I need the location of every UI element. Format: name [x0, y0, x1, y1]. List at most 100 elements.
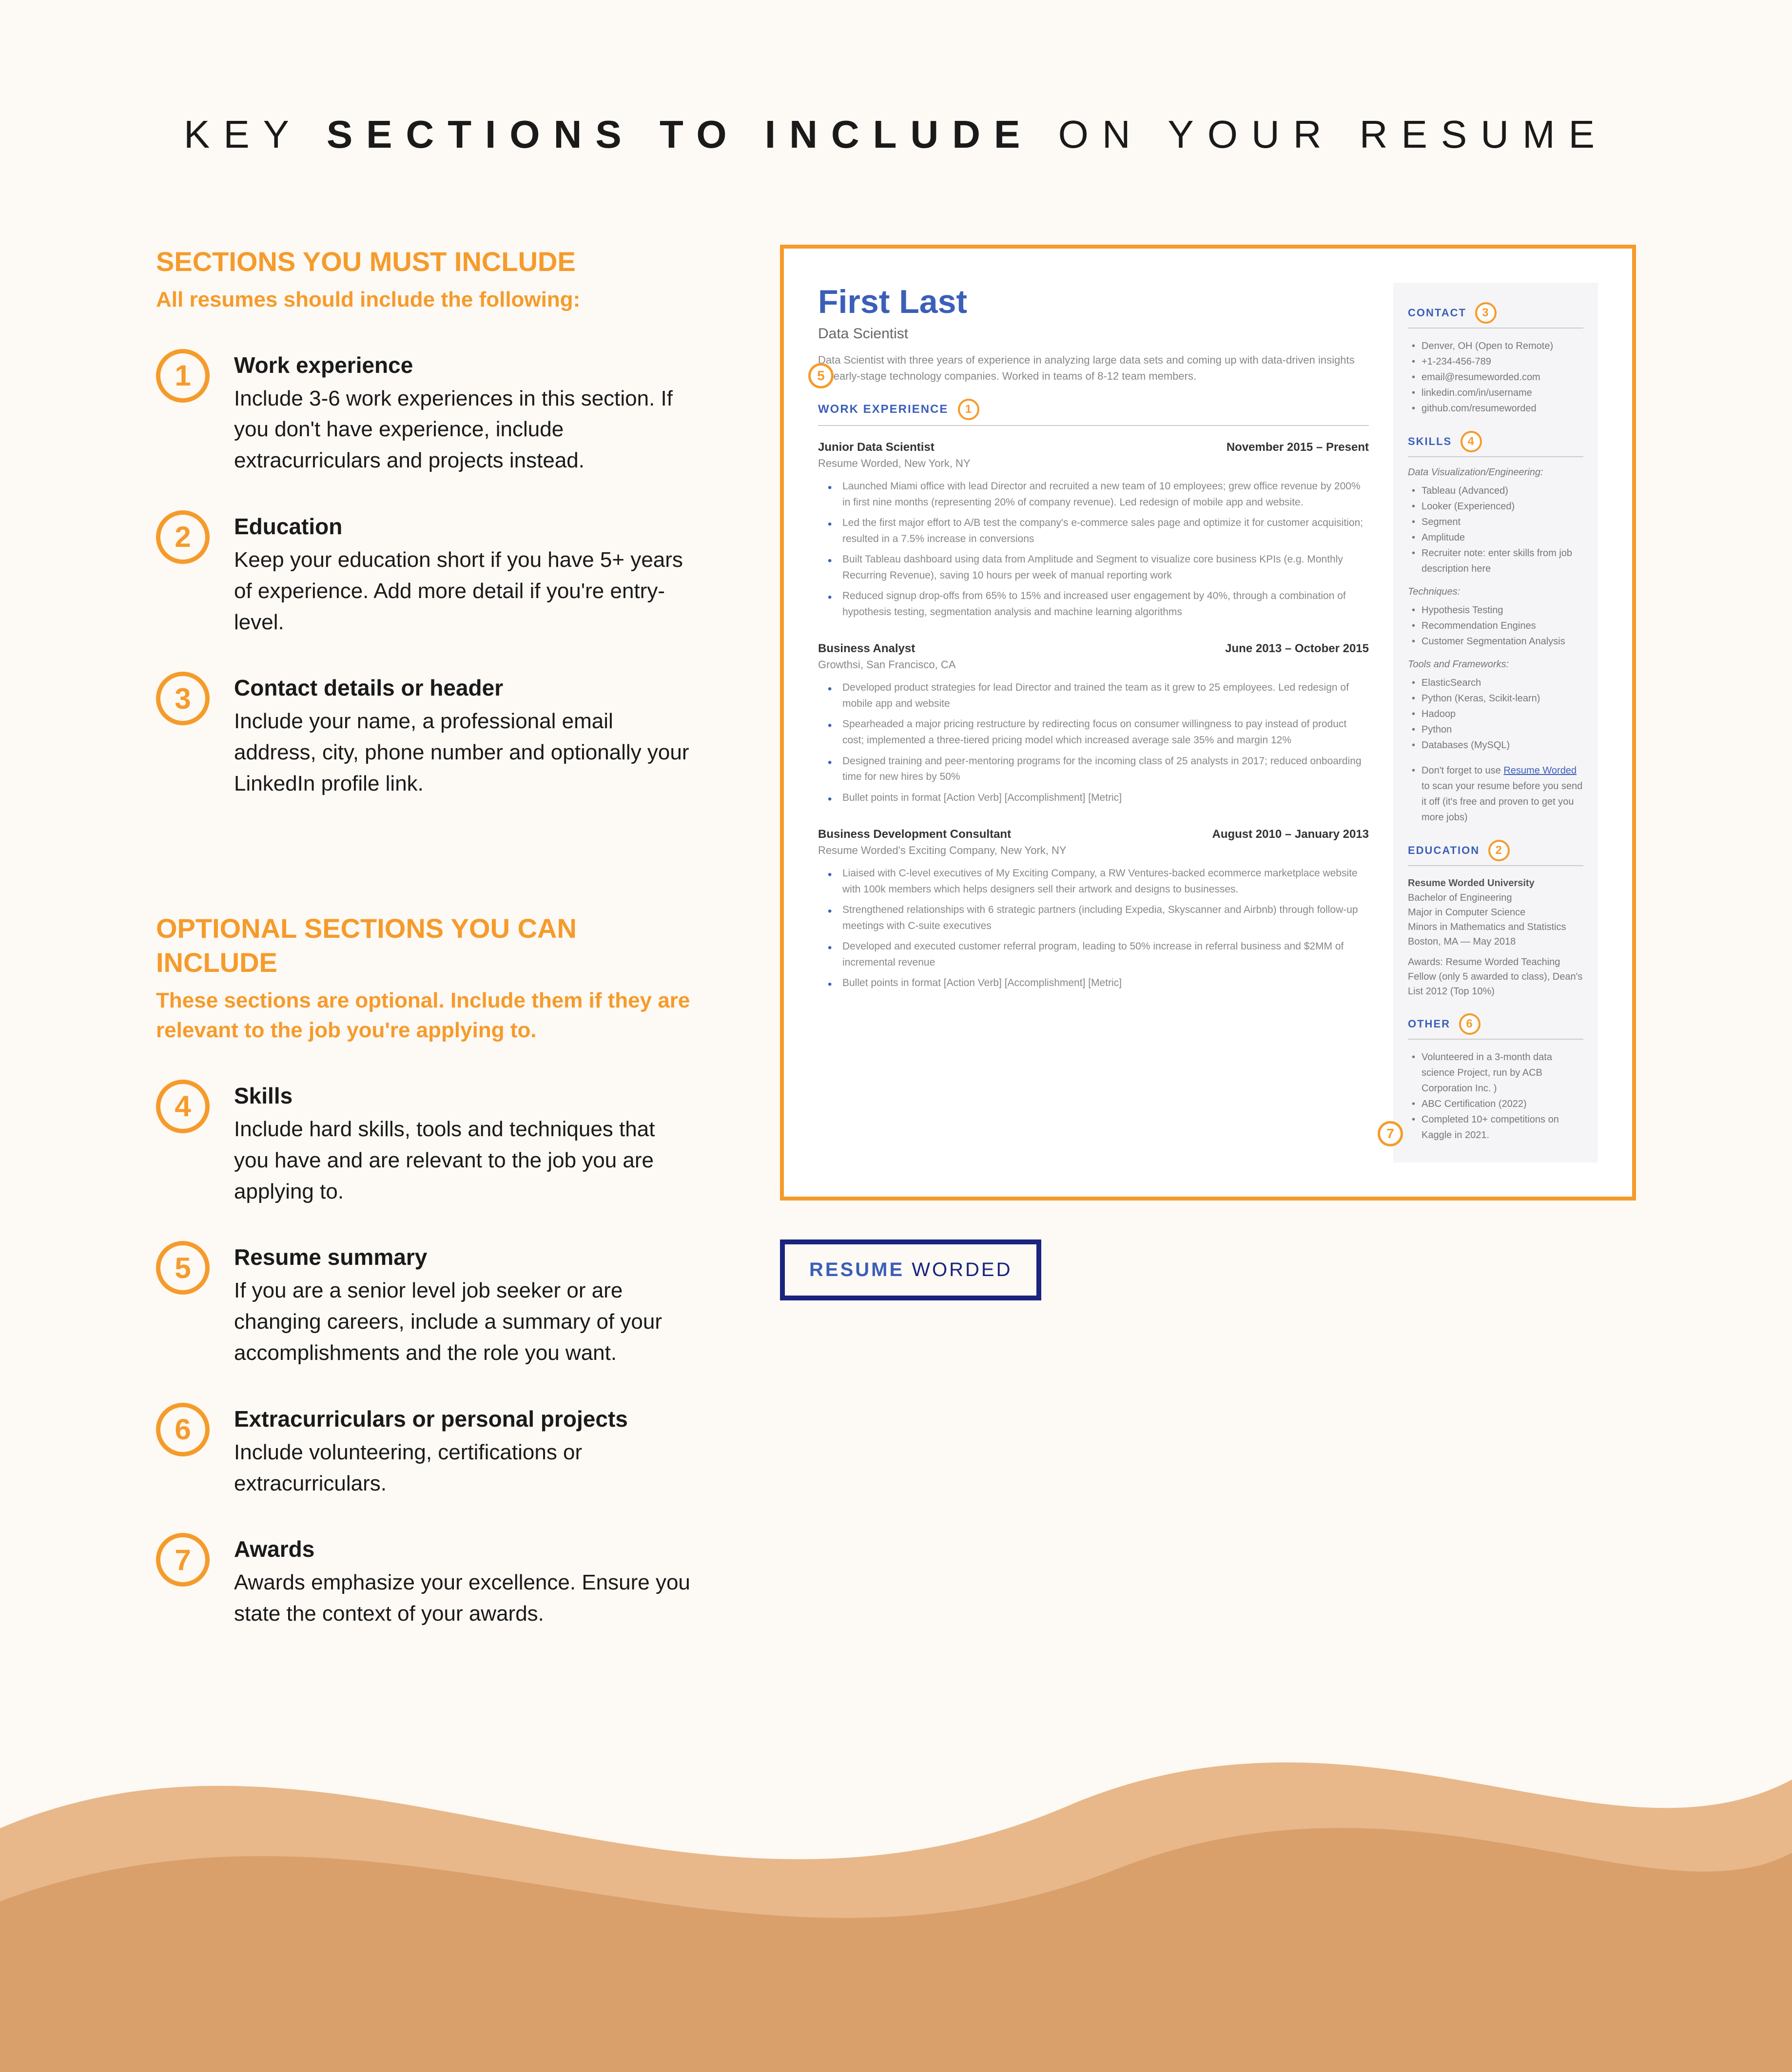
section-item: 1 Work experience Include 3-6 work exper… [156, 349, 692, 476]
contact-item: Denver, OH (Open to Remote) [1415, 338, 1583, 354]
number-circle-icon: 5 [156, 1241, 210, 1295]
other-label: OTHER 6 [1408, 1013, 1583, 1040]
skill-item: Looker (Experienced) [1415, 499, 1583, 514]
other-item: Completed 10+ competitions on Kaggle in … [1415, 1112, 1583, 1143]
education-label: EDUCATION 2 [1408, 840, 1583, 866]
job-company: Growthsi, San Francisco, CA [818, 658, 1369, 671]
skill-item: Databases (MySQL) [1415, 737, 1583, 753]
number-circle-icon: 1 [156, 349, 210, 403]
item-desc: Keep your education short if you have 5+… [234, 544, 692, 638]
job-bullet: Reduced signup drop-offs from 65% to 15%… [833, 588, 1369, 620]
contact-label: CONTACT 3 [1408, 302, 1583, 329]
job-bullet: Launched Miami office with lead Director… [833, 479, 1369, 510]
number-circle-icon: 7 [156, 1533, 210, 1587]
job-bullet: Liaised with C-level executives of My Ex… [833, 866, 1369, 897]
contact-item: email@resumeworded.com [1415, 369, 1583, 385]
job-bullet: Strengthened relationships with 6 strate… [833, 902, 1369, 934]
skill-item: Python (Keras, Scikit-learn) [1415, 691, 1583, 706]
marker-5-icon: 5 [808, 363, 834, 388]
marker-1-icon: 1 [958, 399, 979, 420]
skill-item: Hypothesis Testing [1415, 602, 1583, 618]
section-item: 6 Extracurriculars or personal projects … [156, 1403, 692, 1499]
contact-item: github.com/resumeworded [1415, 401, 1583, 416]
skill-item: Recruiter note: enter skills from job de… [1415, 545, 1583, 577]
job-title: Business Development Consultant [818, 828, 1011, 841]
item-desc: Include volunteering, certifications or … [234, 1437, 692, 1499]
section-item: 3 Contact details or header Include your… [156, 672, 692, 799]
skill-item: Segment [1415, 514, 1583, 530]
job-bullet: Bullet points in format [Action Verb] [A… [833, 790, 1369, 806]
work-experience-label: WORK EXPERIENCE 1 [818, 399, 1369, 426]
item-desc: Include your name, a professional email … [234, 706, 692, 799]
item-title: Education [234, 513, 692, 540]
item-title: Resume summary [234, 1244, 692, 1270]
job-entry: Business AnalystJune 2013 – October 2015… [818, 642, 1369, 806]
job-bullet: Designed training and peer-mentoring pro… [833, 754, 1369, 785]
section-item: 4 Skills Include hard skills, tools and … [156, 1080, 692, 1207]
item-title: Skills [234, 1083, 692, 1109]
other-item: ABC Certification (2022) [1415, 1096, 1583, 1112]
number-circle-icon: 4 [156, 1080, 210, 1133]
marker-6-icon: 6 [1459, 1013, 1480, 1035]
job-company: Resume Worded's Exciting Company, New Yo… [818, 844, 1369, 857]
item-title: Extracurriculars or personal projects [234, 1406, 692, 1432]
resume-sidebar: CONTACT 3 Denver, OH (Open to Remote)+1-… [1393, 283, 1598, 1162]
other-item: Volunteered in a 3-month data science Pr… [1415, 1049, 1583, 1096]
item-desc: Awards emphasize your excellence. Ensure… [234, 1567, 692, 1629]
resume-role: Data Scientist [818, 326, 1369, 342]
item-desc: Include hard skills, tools and technique… [234, 1114, 692, 1207]
job-bullet: Bullet points in format [Action Verb] [A… [833, 975, 1369, 991]
job-bullet: Developed and executed customer referral… [833, 939, 1369, 970]
section-item: 5 Resume summary If you are a senior lev… [156, 1241, 692, 1368]
skill-group-title: Tools and Frameworks: [1408, 659, 1583, 670]
marker-4-icon: 4 [1461, 431, 1482, 452]
skills-label: SKILLS 4 [1408, 431, 1583, 457]
marker-3-icon: 3 [1475, 302, 1497, 324]
scan-note: Don't forget to use Resume Worded to sca… [1415, 763, 1583, 825]
job-bullet: Built Tableau dashboard using data from … [833, 552, 1369, 583]
job-title: Junior Data Scientist [818, 441, 935, 454]
number-circle-icon: 6 [156, 1403, 210, 1456]
skill-group-title: Data Visualization/Engineering: [1408, 467, 1583, 478]
left-column: SECTIONS YOU MUST INCLUDE All resumes sh… [156, 245, 692, 1664]
must-heading: SECTIONS YOU MUST INCLUDE [156, 245, 692, 279]
item-title: Work experience [234, 352, 692, 378]
number-circle-icon: 3 [156, 672, 210, 725]
education-block: Resume Worded University Bachelor of Eng… [1408, 876, 1583, 999]
resume-name: First Last [818, 283, 1369, 321]
skill-item: Hadoop [1415, 706, 1583, 722]
marker-2-icon: 2 [1488, 840, 1510, 861]
resume-worded-logo: RESUME WORDED [780, 1239, 1041, 1300]
job-dates: November 2015 – Present [1227, 441, 1369, 454]
job-title: Business Analyst [818, 642, 915, 656]
optional-sub: These sections are optional. Include the… [156, 986, 692, 1046]
marker-7-icon: 7 [1378, 1121, 1403, 1146]
job-dates: August 2010 – January 2013 [1212, 828, 1369, 841]
job-entry: Junior Data Scientist November 2015 – Pre… [818, 441, 1369, 620]
item-title: Contact details or header [234, 675, 692, 701]
resume-preview: First Last Data Scientist Data Scientist… [780, 245, 1636, 1201]
item-title: Awards [234, 1536, 692, 1562]
contact-item: +1-234-456-789 [1415, 354, 1583, 369]
optional-heading: OPTIONAL SECTIONS YOU CAN INCLUDE [156, 911, 692, 980]
number-circle-icon: 2 [156, 510, 210, 564]
job-company: Resume Worded, New York, NY [818, 457, 1369, 470]
skill-item: ElasticSearch [1415, 675, 1583, 691]
job-bullet: Developed product strategies for lead Di… [833, 680, 1369, 712]
skill-item: Recommendation Engines [1415, 618, 1583, 634]
wave-background [0, 1633, 1792, 2072]
skill-item: Amplitude [1415, 530, 1583, 545]
job-bullet: Spearheaded a major pricing restructure … [833, 716, 1369, 748]
skill-item: Customer Segmentation Analysis [1415, 634, 1583, 649]
job-bullet: Led the first major effort to A/B test t… [833, 515, 1369, 547]
section-item: 7 Awards Awards emphasize your excellenc… [156, 1533, 692, 1629]
skill-item: Python [1415, 722, 1583, 737]
resume-summary: Data Scientist with three years of exper… [818, 352, 1369, 384]
contact-item: linkedin.com/in/username [1415, 385, 1583, 401]
job-entry: Business Development Consultant August 20… [818, 828, 1369, 991]
skill-group-title: Techniques: [1408, 586, 1583, 598]
page-title: KEY SECTIONS TO INCLUDE ON YOUR RESUME [0, 0, 1792, 245]
resume-worded-link[interactable]: Resume Worded [1503, 765, 1577, 776]
item-desc: Include 3-6 work experiences in this sec… [234, 383, 692, 476]
skill-item: Tableau (Advanced) [1415, 483, 1583, 499]
